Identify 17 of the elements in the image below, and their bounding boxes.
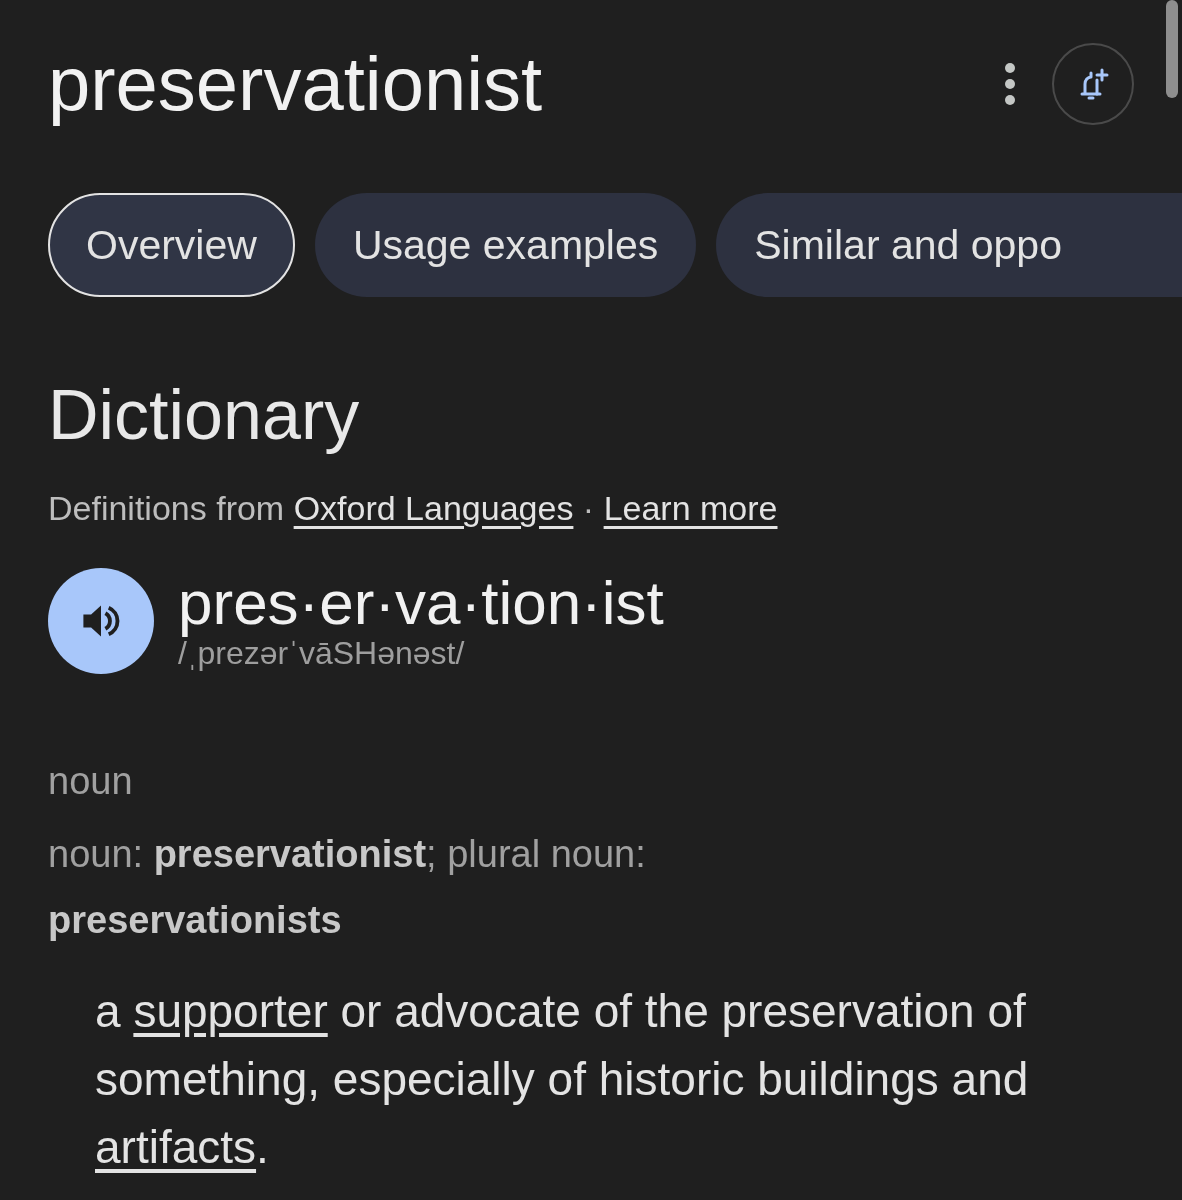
tab[interactable]: Similar and oppo [716, 193, 1182, 297]
tab[interactable]: Usage examples [314, 193, 697, 297]
more-options-icon[interactable] [1004, 61, 1016, 106]
source-link[interactable]: Learn more [603, 489, 778, 527]
source-line: Definitions from Oxford Languages · Learn more [48, 489, 779, 528]
definition-link[interactable]: supporter [133, 985, 328, 1037]
tab[interactable]: Overview [48, 193, 295, 297]
definition-text: a supporter or advocate of the preservation of something, especially of historic buildings and artifacts. [95, 984, 1030, 1175]
source-link[interactable]: Oxford Languages [293, 489, 574, 527]
notification-button[interactable] [1052, 42, 1134, 125]
section-heading: Dictionary [48, 375, 361, 455]
grammar-note: noun: preservationist; plural noun: preservationists [48, 832, 647, 943]
definition-link[interactable]: artifacts [95, 1121, 257, 1173]
headword: pres·er·va·tion·ist [178, 569, 664, 636]
part-of-speech: noun [48, 760, 134, 803]
scrollbar[interactable] [1166, 0, 1178, 98]
page-title: preservationist [48, 40, 543, 127]
